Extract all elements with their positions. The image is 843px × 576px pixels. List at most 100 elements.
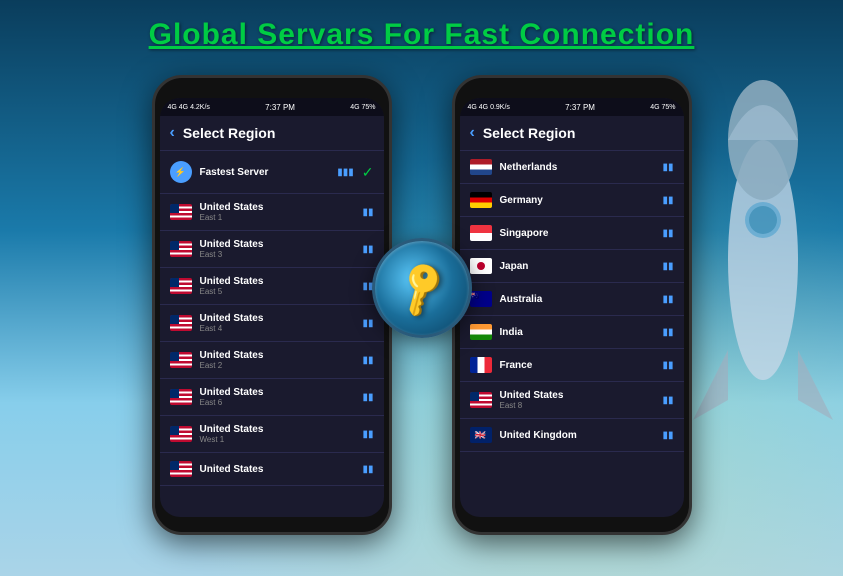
server-sub: East 3 bbox=[200, 250, 355, 259]
server-info: United States East 1 bbox=[200, 202, 355, 222]
signal-bars: ▮▮ bbox=[662, 261, 673, 272]
right-phone: 4G 4G 0.9K/s 7:37 PM 4G 75% ‹ Select Reg… bbox=[452, 75, 692, 535]
right-header-title: Select Region bbox=[483, 125, 576, 141]
right-phone-screen: 4G 4G 0.9K/s 7:37 PM 4G 75% ‹ Select Reg… bbox=[460, 98, 684, 517]
flag-fr-icon bbox=[470, 357, 492, 373]
server-name: Australia bbox=[500, 294, 655, 305]
server-info: Netherlands bbox=[500, 162, 655, 173]
signal-bars: ▮▮ bbox=[362, 392, 373, 403]
left-phone: 4G 4G 4.2K/s 7:37 PM 4G 75% ‹ Select Reg… bbox=[152, 75, 392, 535]
flag-us-icon bbox=[170, 315, 192, 331]
server-name: United States bbox=[500, 390, 655, 401]
server-name: Japan bbox=[500, 261, 655, 272]
server-name: Germany bbox=[500, 195, 655, 206]
server-name: United States bbox=[200, 387, 355, 398]
signal-bars: ▮▮ bbox=[662, 228, 673, 239]
server-info: Australia bbox=[500, 294, 655, 305]
flag-us-icon bbox=[470, 392, 492, 408]
left-phone-screen: 4G 4G 4.2K/s 7:37 PM 4G 75% ‹ Select Reg… bbox=[160, 98, 384, 517]
signal-bars: ▮▮ bbox=[362, 207, 373, 218]
list-item[interactable]: United States East 1 ▮▮ bbox=[160, 194, 384, 231]
flag-de-icon bbox=[470, 192, 492, 208]
list-item[interactable]: United States East 3 ▮▮ bbox=[160, 231, 384, 268]
flag-us-icon bbox=[170, 389, 192, 405]
fastest-server-icon: ⚡ bbox=[170, 161, 192, 183]
right-back-button[interactable]: ‹ bbox=[470, 124, 475, 142]
signal-bars: ▮▮ bbox=[662, 430, 673, 441]
list-item[interactable]: United States East 5 ▮▮ bbox=[160, 268, 384, 305]
server-name: France bbox=[500, 360, 655, 371]
left-back-button[interactable]: ‹ bbox=[170, 124, 175, 142]
left-status-time: 7:37 PM bbox=[265, 103, 295, 112]
server-name: Netherlands bbox=[500, 162, 655, 173]
right-server-list: Netherlands ▮▮ Germany ▮▮ Singapore bbox=[460, 151, 684, 452]
server-info: United States East 4 bbox=[200, 313, 355, 333]
server-sub: East 2 bbox=[200, 361, 355, 370]
list-item[interactable]: United States East 8 ▮▮ bbox=[460, 382, 684, 419]
signal-bars: ▮▮ bbox=[662, 162, 673, 173]
server-sub: East 5 bbox=[200, 287, 355, 296]
flag-au-icon: 🇦🇺 bbox=[470, 291, 492, 307]
server-info: United States East 6 bbox=[200, 387, 355, 407]
server-sub: East 4 bbox=[200, 324, 355, 333]
signal-bars: ▮▮ bbox=[662, 395, 673, 406]
left-server-list: ⚡ Fastest Server ▮▮▮ ✓ United States Eas… bbox=[160, 151, 384, 486]
list-item[interactable]: United States West 1 ▮▮ bbox=[160, 416, 384, 453]
server-info: United Kingdom bbox=[500, 430, 655, 441]
list-item[interactable]: United States ▮▮ bbox=[160, 453, 384, 486]
server-name: United States bbox=[200, 313, 355, 324]
right-status-bar: 4G 4G 0.9K/s 7:37 PM 4G 75% bbox=[460, 98, 684, 116]
left-header-title: Select Region bbox=[183, 125, 276, 141]
flag-us-icon bbox=[170, 352, 192, 368]
list-item[interactable]: 🇬🇧 United Kingdom ▮▮ bbox=[460, 419, 684, 452]
server-name: United States bbox=[200, 276, 355, 287]
flag-us-icon bbox=[170, 278, 192, 294]
fastest-check-icon: ✓ bbox=[362, 164, 374, 181]
right-status-right: 4G 75% bbox=[650, 104, 675, 111]
list-item[interactable]: France ▮▮ bbox=[460, 349, 684, 382]
flag-sg-icon bbox=[470, 225, 492, 241]
server-info: United States East 3 bbox=[200, 239, 355, 259]
signal-bars: ▮▮ bbox=[362, 355, 373, 366]
server-info: Japan bbox=[500, 261, 655, 272]
list-item[interactable]: United States East 6 ▮▮ bbox=[160, 379, 384, 416]
flag-jp-icon bbox=[470, 258, 492, 274]
server-name: United States bbox=[200, 464, 355, 475]
list-item[interactable]: Netherlands ▮▮ bbox=[460, 151, 684, 184]
key-symbol: 🔑 bbox=[388, 255, 455, 321]
server-info: France bbox=[500, 360, 655, 371]
flag-us-icon bbox=[170, 426, 192, 442]
signal-bars: ▮▮ bbox=[662, 360, 673, 371]
list-item[interactable]: United States East 4 ▮▮ bbox=[160, 305, 384, 342]
signal-bars: ▮▮ bbox=[662, 195, 673, 206]
flag-uk-icon: 🇬🇧 bbox=[470, 427, 492, 443]
list-item[interactable]: Japan ▮▮ bbox=[460, 250, 684, 283]
flag-us-icon bbox=[170, 461, 192, 477]
server-info: United States East 2 bbox=[200, 350, 355, 370]
server-info: Singapore bbox=[500, 228, 655, 239]
signal-bars: ▮▮ bbox=[362, 429, 373, 440]
server-sub: East 8 bbox=[500, 401, 655, 410]
key-logo: 🔑 bbox=[372, 238, 472, 338]
left-status-bar: 4G 4G 4.2K/s 7:37 PM 4G 75% bbox=[160, 98, 384, 116]
list-item[interactable]: United States East 2 ▮▮ bbox=[160, 342, 384, 379]
right-header: ‹ Select Region bbox=[460, 116, 684, 151]
server-name: United States bbox=[200, 424, 355, 435]
left-status-right: 4G 75% bbox=[350, 104, 375, 111]
flag-us-icon bbox=[170, 204, 192, 220]
right-status-left: 4G 4G 0.9K/s bbox=[468, 104, 510, 111]
list-item[interactable]: Germany ▮▮ bbox=[460, 184, 684, 217]
list-item[interactable]: India ▮▮ bbox=[460, 316, 684, 349]
flag-us-icon bbox=[170, 241, 192, 257]
page-title: Global Servars For Fast Connection bbox=[0, 18, 843, 52]
fastest-signal: ▮▮▮ bbox=[337, 167, 354, 178]
server-name: Singapore bbox=[500, 228, 655, 239]
list-item[interactable]: 🇦🇺 Australia ▮▮ bbox=[460, 283, 684, 316]
fastest-server-item[interactable]: ⚡ Fastest Server ▮▮▮ ✓ bbox=[160, 151, 384, 194]
server-sub: East 6 bbox=[200, 398, 355, 407]
server-info: India bbox=[500, 327, 655, 338]
flag-in-icon bbox=[470, 324, 492, 340]
list-item[interactable]: Singapore ▮▮ bbox=[460, 217, 684, 250]
signal-bars: ▮▮ bbox=[662, 327, 673, 338]
signal-bars: ▮▮ bbox=[362, 464, 373, 475]
